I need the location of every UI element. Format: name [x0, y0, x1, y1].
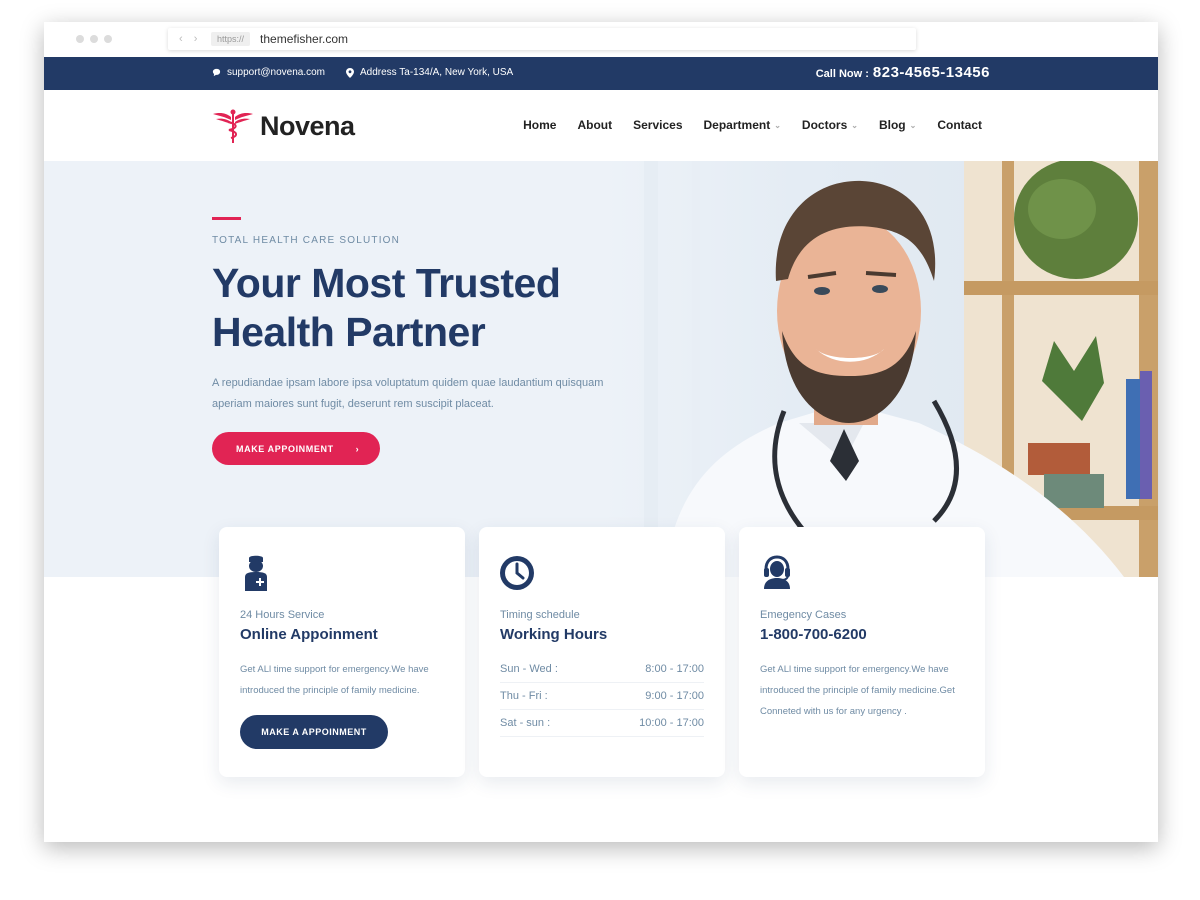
feature-card-hours: Timing schedule Working Hours Sun - Wed … [479, 527, 725, 777]
nav-label: Home [523, 118, 557, 132]
doctor-photo [604, 161, 1158, 577]
headset-icon [764, 555, 790, 589]
nav-label: Contact [937, 118, 982, 132]
browser-chrome: ‹ › https:// themefisher.com [44, 22, 1158, 57]
card-title: Working Hours [500, 626, 608, 643]
url-protocol: https:// [211, 32, 251, 46]
hero-section: TOTAL HEALTH CARE SOLUTION Your Most Tru… [44, 161, 1158, 577]
nav-item-department[interactable]: Department ⌄ [704, 118, 781, 132]
feature-card-appointment: 24 Hours Service Online Appoinment Get A… [219, 527, 465, 777]
make-appointment-button[interactable]: MAKE APPOINMENT › [212, 432, 380, 465]
schedule-hours: 9:00 - 17:00 [645, 690, 704, 702]
card-subtitle: 24 Hours Service [240, 609, 325, 621]
window-controls [76, 35, 112, 43]
nav-label: Doctors [801, 118, 848, 132]
feature-card-emergency: Emegency Cases 1-800-700-6200 Get ALl ti… [739, 527, 985, 777]
top-info-bar: support@novena.com Address Ta-134/A, New… [44, 57, 1158, 90]
schedule-row: Sat - sun : 10:00 - 17:00 [500, 710, 704, 737]
clock-icon [500, 556, 534, 590]
browser-window: ‹ › https:// themefisher.com support@nov… [44, 22, 1158, 842]
card-text: Get ALl time support for emergency.We ha… [760, 664, 955, 717]
chevron-right-icon: › [355, 443, 360, 454]
emergency-phone[interactable]: 1-800-700-6200 [760, 626, 867, 643]
caduceus-icon [213, 109, 253, 143]
address-bar[interactable]: ‹ › https:// themefisher.com [168, 28, 916, 50]
nav-menu: Home About Services Department ⌄ Doctors ⌄… [523, 118, 982, 132]
window-dot-icon[interactable] [104, 35, 112, 43]
chat-icon [212, 68, 221, 77]
card-subtitle: Timing schedule [500, 609, 580, 621]
doctor-icon [245, 555, 267, 591]
address-text: Address Ta-134/A, New York, USA [360, 67, 514, 78]
chevron-down-icon: ⌄ [774, 120, 781, 130]
nav-item-doctors[interactable]: Doctors ⌄ [802, 118, 858, 132]
topbar-address: Address Ta-134/A, New York, USA [346, 67, 513, 78]
schedule-days: Sun - Wed : [500, 663, 558, 675]
call-number[interactable]: 823-4565-13456 [873, 64, 990, 81]
nav-label: Blog [878, 118, 906, 132]
topbar-email[interactable]: support@novena.com [212, 67, 325, 78]
schedule-hours: 8:00 - 17:00 [645, 663, 704, 675]
window-dot-icon[interactable] [90, 35, 98, 43]
hero-title-line: Health Partner [212, 309, 486, 355]
hero-tagline: TOTAL HEALTH CARE SOLUTION [212, 235, 401, 246]
nav-item-contact[interactable]: Contact [937, 118, 982, 132]
map-pin-icon [346, 67, 354, 78]
call-label: Call Now : [815, 68, 869, 80]
nav-label: Services [633, 118, 683, 132]
url-text[interactable]: themefisher.com [260, 32, 348, 46]
topbar-call[interactable]: Call Now : 823-4565-13456 [816, 64, 990, 81]
card-text: Get ALl time support for emergency.We ha… [240, 664, 429, 696]
hero-title: Your Most Trusted Health Partner [212, 259, 632, 357]
main-navbar: Novena Home About Services Department ⌄ D… [44, 90, 1158, 161]
back-forward-icon[interactable]: ‹ › [179, 33, 207, 45]
logo[interactable]: Novena [212, 108, 355, 144]
brand-name: Novena [260, 110, 355, 141]
window-dot-icon[interactable] [76, 35, 84, 43]
hero-title-line: Your Most Trusted [212, 260, 561, 306]
email-text[interactable]: support@novena.com [227, 67, 325, 78]
make-a-appointment-button[interactable]: MAKE A APPOINMENT [240, 715, 388, 749]
chevron-down-icon: ⌄ [909, 120, 917, 130]
schedule-row: Sun - Wed : 8:00 - 17:00 [500, 656, 704, 683]
nav-item-blog[interactable]: Blog ⌄ [879, 118, 916, 132]
nav-item-services[interactable]: Services [633, 118, 682, 132]
nav-item-home[interactable]: Home [523, 118, 556, 132]
nav-label: Department [703, 118, 771, 132]
hero-description: A repudiandae ipsam labore ipsa voluptat… [212, 377, 604, 410]
card-subtitle: Emegency Cases [760, 609, 847, 621]
schedule-hours: 10:00 - 17:00 [639, 717, 704, 729]
accent-divider [212, 217, 241, 220]
schedule-days: Thu - Fri : [500, 690, 548, 702]
chevron-down-icon: ⌄ [851, 120, 858, 130]
schedule-list: Sun - Wed : 8:00 - 17:00 Thu - Fri : 9:0… [500, 656, 704, 737]
nav-label: About [577, 118, 613, 132]
schedule-row: Thu - Fri : 9:00 - 17:00 [500, 683, 704, 710]
nav-item-about[interactable]: About [577, 118, 612, 132]
schedule-days: Sat - sun : [500, 717, 551, 729]
button-label: MAKE APPOINMENT [236, 443, 334, 454]
card-title: Online Appoinment [240, 626, 378, 643]
